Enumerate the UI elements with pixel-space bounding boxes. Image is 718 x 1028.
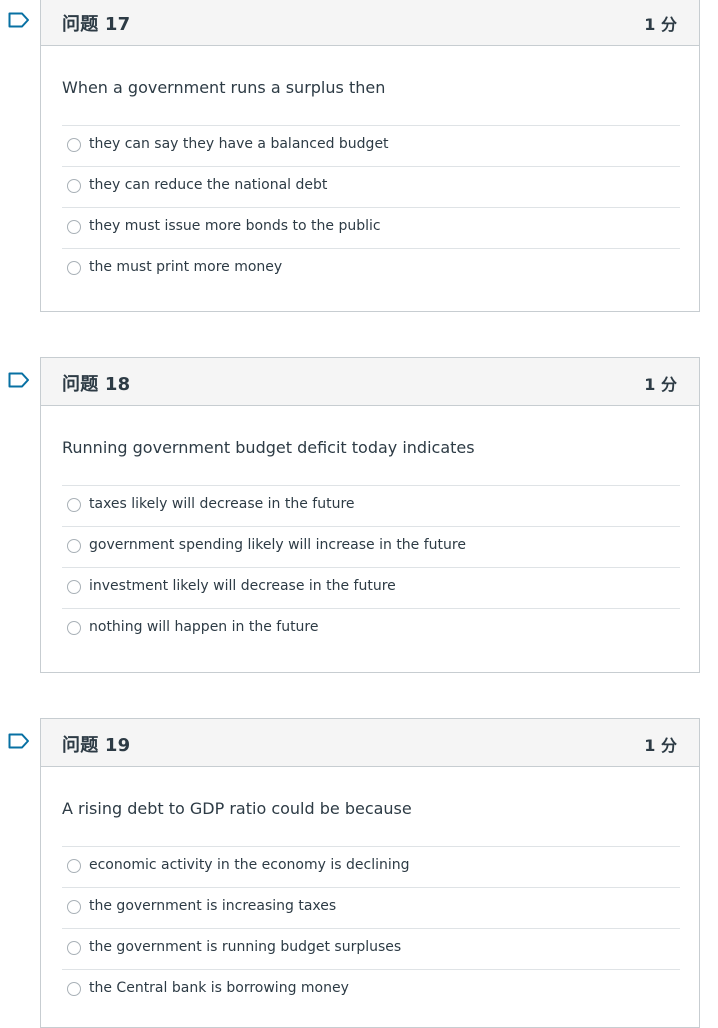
flag-question-icon[interactable] xyxy=(8,372,30,388)
answer-label: they must issue more bonds to the public xyxy=(89,218,381,234)
radio-button[interactable] xyxy=(67,498,81,512)
answer-label: government spending likely will increase… xyxy=(89,537,466,553)
radio-button[interactable] xyxy=(67,539,81,553)
question-title: 问题 17 xyxy=(62,14,131,35)
radio-button[interactable] xyxy=(67,941,81,955)
answer-option[interactable]: they can reduce the national debt xyxy=(62,167,680,208)
answer-list: taxes likely will decrease in the future… xyxy=(62,485,680,649)
answer-label: taxes likely will decrease in the future xyxy=(89,496,355,512)
answer-option[interactable]: investment likely will decrease in the f… xyxy=(62,568,680,609)
answer-label: the government is running budget surplus… xyxy=(89,939,402,955)
answer-label: the government is increasing taxes xyxy=(89,898,337,914)
answer-option[interactable]: the government is running budget surplus… xyxy=(62,929,680,970)
radio-button[interactable] xyxy=(67,982,81,996)
question-title: 问题 19 xyxy=(62,735,131,756)
answer-label: economic activity in the economy is decl… xyxy=(89,857,410,873)
question-card: 问题 17 1 分 When a government runs a surpl… xyxy=(40,0,700,312)
answer-option[interactable]: the Central bank is borrowing money xyxy=(62,970,680,1010)
answer-list: economic activity in the economy is decl… xyxy=(62,846,680,1010)
answer-option[interactable]: economic activity in the economy is decl… xyxy=(62,847,680,888)
flag-question-icon[interactable] xyxy=(8,733,30,749)
question-header: 问题 17 1 分 xyxy=(41,0,699,46)
question-text: Running government budget deficit today … xyxy=(62,438,475,457)
question-points: 1 分 xyxy=(644,736,677,755)
question-text: A rising debt to GDP ratio could be beca… xyxy=(62,799,412,818)
answer-label: they can say they have a balanced budget xyxy=(89,136,389,152)
question-header: 问题 18 1 分 xyxy=(41,358,699,406)
radio-button[interactable] xyxy=(67,621,81,635)
answer-label: investment likely will decrease in the f… xyxy=(89,578,396,594)
question-points: 1 分 xyxy=(644,15,677,34)
radio-button[interactable] xyxy=(67,138,81,152)
answer-option[interactable]: they must issue more bonds to the public xyxy=(62,208,680,249)
answer-option[interactable]: taxes likely will decrease in the future xyxy=(62,486,680,527)
question-text: When a government runs a surplus then xyxy=(62,78,386,97)
answer-label: the must print more money xyxy=(89,259,283,275)
answer-list: they can say they have a balanced budget… xyxy=(62,125,680,289)
question-card: 问题 18 1 分 Running government budget defi… xyxy=(40,357,700,673)
question-points: 1 分 xyxy=(644,375,677,394)
radio-button[interactable] xyxy=(67,580,81,594)
answer-option[interactable]: nothing will happen in the future xyxy=(62,609,680,649)
radio-button[interactable] xyxy=(67,859,81,873)
question-header: 问题 19 1 分 xyxy=(41,719,699,767)
answer-option[interactable]: government spending likely will increase… xyxy=(62,527,680,568)
answer-label: the Central bank is borrowing money xyxy=(89,980,349,996)
answer-label: they can reduce the national debt xyxy=(89,177,328,193)
answer-option[interactable]: the government is increasing taxes xyxy=(62,888,680,929)
question-card: 问题 19 1 分 A rising debt to GDP ratio cou… xyxy=(40,718,700,1028)
radio-button[interactable] xyxy=(67,220,81,234)
radio-button[interactable] xyxy=(67,179,81,193)
flag-question-icon[interactable] xyxy=(8,12,30,28)
answer-option[interactable]: they can say they have a balanced budget xyxy=(62,126,680,167)
answer-label: nothing will happen in the future xyxy=(89,619,319,635)
answer-option[interactable]: the must print more money xyxy=(62,249,680,289)
radio-button[interactable] xyxy=(67,900,81,914)
question-title: 问题 18 xyxy=(62,374,131,395)
radio-button[interactable] xyxy=(67,261,81,275)
